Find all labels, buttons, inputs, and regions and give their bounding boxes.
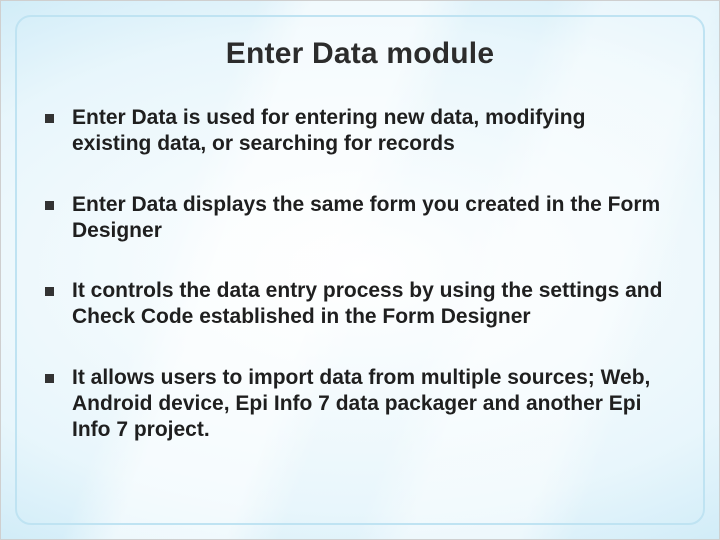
bullet-bold: Enter Data — [72, 193, 177, 216]
list-item: It controls the data entry process by us… — [45, 278, 663, 331]
list-item: Enter Data is used for entering new data… — [45, 105, 663, 158]
slide-content: Enter Data is used for entering new data… — [45, 105, 663, 477]
bullet-icon — [45, 374, 54, 383]
bullet-text: Enter Data displays the same form you cr… — [72, 192, 663, 245]
list-item: It allows users to import data from mult… — [45, 365, 663, 444]
bullet-icon — [45, 287, 54, 296]
bullet-bold: Enter Data — [72, 106, 177, 129]
bullet-text: It allows users to import data from mult… — [72, 365, 663, 444]
bullet-rest: It controls the data entry process by us… — [72, 279, 662, 328]
bullet-icon — [45, 114, 54, 123]
bullet-text: Enter Data is used for entering new data… — [72, 105, 663, 158]
slide: Enter Data module Enter Data is used for… — [0, 0, 720, 540]
slide-title: Enter Data module — [1, 37, 719, 71]
list-item: Enter Data displays the same form you cr… — [45, 192, 663, 245]
bullet-rest: It allows users to import data from mult… — [72, 366, 650, 442]
bullet-text: It controls the data entry process by us… — [72, 278, 663, 331]
bullet-icon — [45, 201, 54, 210]
